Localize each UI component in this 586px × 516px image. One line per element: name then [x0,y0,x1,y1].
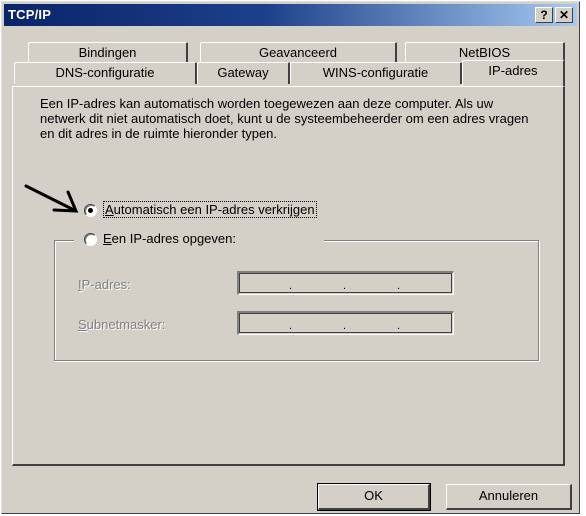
ip-separator: . [397,280,401,292]
tab-bindingen[interactable]: Bindingen [28,42,188,64]
radio-auto-ip-label[interactable]: Automatisch een IP-adres verkrijgen [103,201,317,218]
tab-geavanceerd[interactable]: Geavanceerd [200,42,397,64]
subnet-mask-field[interactable]: . . . [237,311,454,335]
hotkey-s: S [78,317,87,332]
tab-dns-configuratie[interactable]: DNS-configuratie [14,62,197,84]
subnet-mask-label-text: ubnetmasker: [86,317,166,332]
tab-ip-adres[interactable]: IP-adres [462,60,565,86]
arrow-pointer-icon [24,184,79,213]
manual-ip-groupbox [54,240,539,361]
help-button[interactable]: ? [535,7,553,23]
radio-manual-ip-label[interactable]: Een IP-adres opgeven: [103,231,236,246]
window-title: TCP/IP [8,7,52,22]
cancel-button[interactable]: Annuleren [446,484,572,510]
ip-separator: . [343,320,347,332]
radio-auto-text: utomatisch een IP-adres verkrijgen [113,202,315,217]
radio-selected-dot [88,208,93,213]
ip-address-label: IP-adres: [78,277,131,292]
ip-address-field[interactable]: . . . [237,271,454,295]
subnet-mask-label: Subnetmasker: [78,317,165,332]
ip-separator: . [289,320,293,332]
radio-auto-ip[interactable] [84,204,97,217]
radio-manual-ip[interactable] [84,233,97,246]
close-button[interactable]: ✕ [555,7,573,23]
hotkey-a: A [105,202,114,217]
tab-wins-configuratie[interactable]: WINS-configuratie [290,62,462,84]
ip-address-label-text: P-adres: [81,277,131,292]
ip-separator: . [397,320,401,332]
ok-button[interactable]: OK [317,483,431,511]
ip-separator: . [289,280,293,292]
radio-manual-text: en IP-adres opgeven: [111,231,236,246]
hotkey-e: E [103,231,112,246]
ip-separator: . [343,280,347,292]
tab-gateway[interactable]: Gateway [197,62,290,84]
title-bar[interactable]: TCP/IP ? ✕ [4,4,577,26]
description-text: Een IP-adres kan automatisch worden toeg… [40,96,529,141]
